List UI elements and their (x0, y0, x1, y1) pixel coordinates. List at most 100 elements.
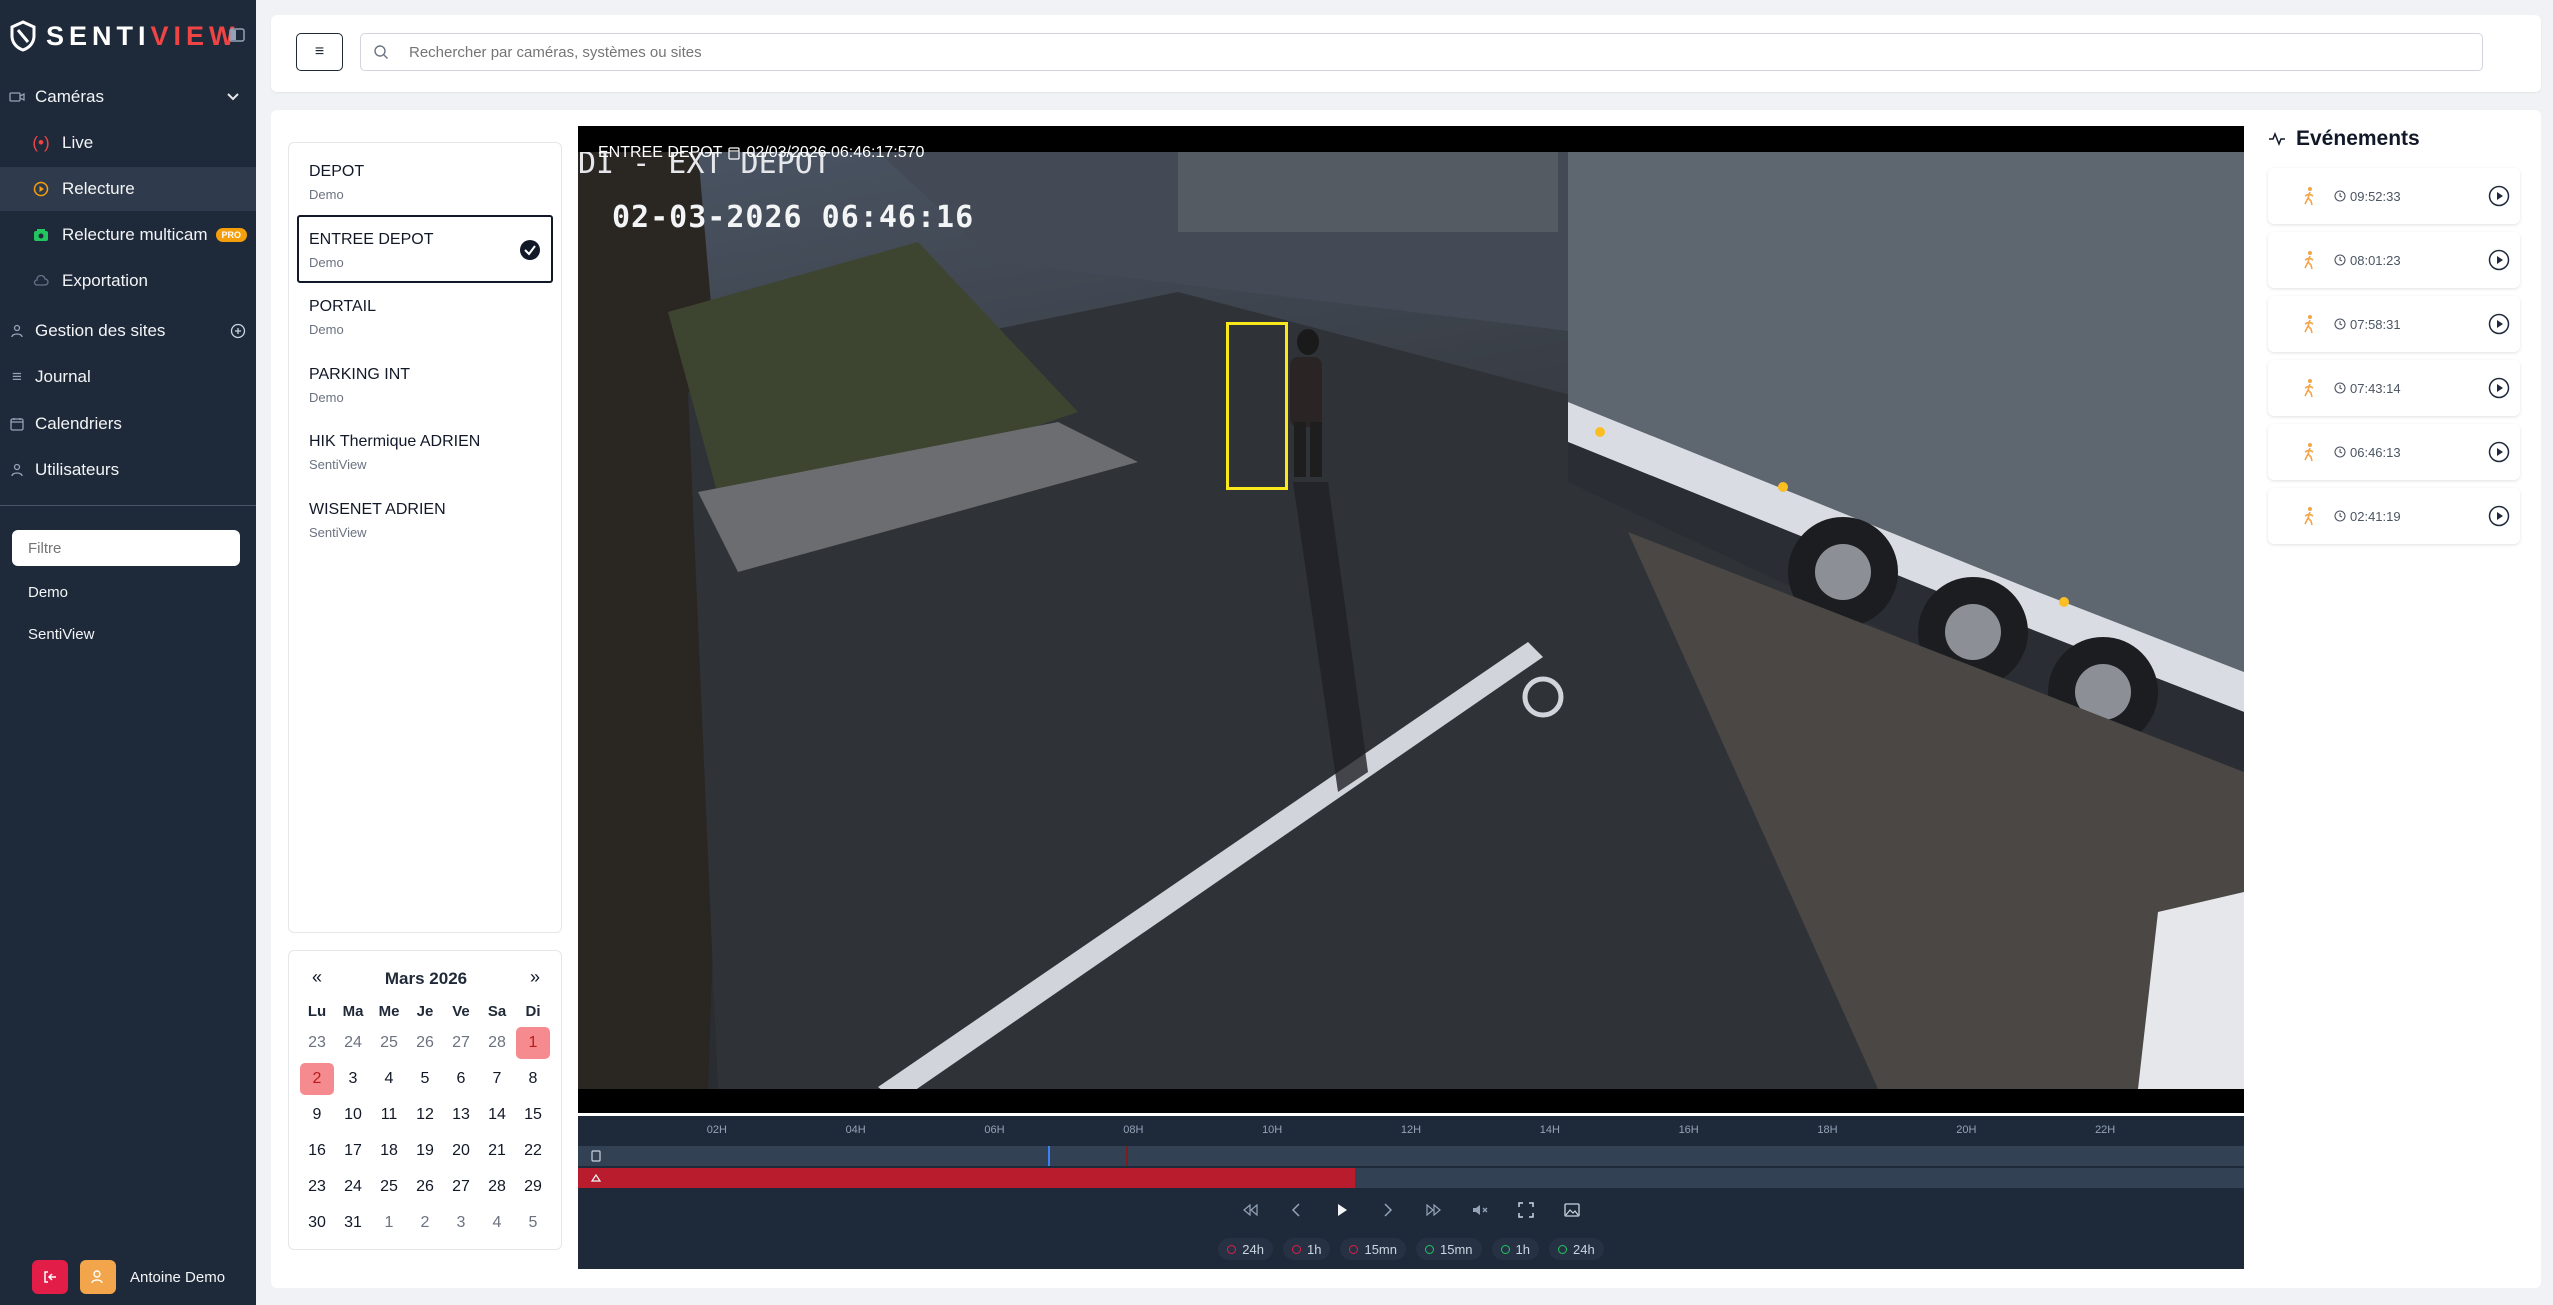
calendar-day[interactable]: 6 (444, 1063, 478, 1095)
calendar-day[interactable]: 11 (372, 1099, 406, 1131)
jump-fwd-button[interactable]: 15mn (1416, 1238, 1482, 1260)
event-item[interactable]: 08:01:23 (2268, 232, 2520, 288)
jump-fwd-button[interactable]: 1h (1491, 1238, 1539, 1260)
mute-button[interactable] (1470, 1200, 1490, 1220)
calendar-day[interactable]: 3 (444, 1207, 478, 1239)
nav-journal[interactable]: ≡ Journal (0, 355, 256, 399)
calendar-day[interactable]: 1 (372, 1207, 406, 1239)
calendar-day[interactable]: 31 (336, 1207, 370, 1239)
event-item[interactable]: 06:46:13 (2268, 424, 2520, 480)
calendar-day[interactable]: 20 (444, 1135, 478, 1167)
nav-live[interactable]: (•) Live (0, 121, 256, 165)
play-circle-icon[interactable] (2488, 505, 2510, 527)
calendar-next-button[interactable]: » (523, 967, 547, 988)
event-item[interactable]: 02:41:19 (2268, 488, 2520, 544)
calendar-day[interactable]: 21 (480, 1135, 514, 1167)
camera-list-item[interactable]: DEPOT Demo (297, 147, 553, 215)
calendar-day[interactable]: 24 (336, 1171, 370, 1203)
calendar-day[interactable]: 13 (444, 1099, 478, 1131)
calendar-day[interactable]: 9 (300, 1099, 334, 1131)
calendar: « Mars 2026 » Lu Ma Me Je Ve Sa Di 23 24 25 26 27 2… (288, 950, 562, 1250)
calendar-day[interactable]: 16 (300, 1135, 334, 1167)
nav-replay[interactable]: Relecture (0, 167, 256, 211)
camera-list-item[interactable]: ENTREE DEPOT Demo (297, 214, 553, 283)
video-player[interactable]: ENTREE DEPOT 02/03/2026 06:46:17:570 DI … (578, 126, 2244, 1113)
calendar-day[interactable]: 25 (372, 1171, 406, 1203)
calendar-day[interactable]: 22 (516, 1135, 550, 1167)
calendar-day[interactable]: 29 (516, 1171, 550, 1203)
profile-button[interactable] (80, 1260, 116, 1294)
calendar-day[interactable]: 2 (408, 1207, 442, 1239)
calendar-day[interactable]: 7 (480, 1063, 514, 1095)
calendar-day[interactable]: 4 (372, 1063, 406, 1095)
filter-input[interactable] (12, 530, 240, 566)
calendar-day[interactable]: 26 (408, 1027, 442, 1059)
camera-list-item[interactable]: WISENET ADRIEN SentiView (297, 485, 553, 553)
site-item-demo[interactable]: Demo (28, 584, 68, 601)
calendar-day[interactable]: 18 (372, 1135, 406, 1167)
calendar-day[interactable]: 2 (300, 1063, 334, 1095)
calendar-day[interactable]: 3 (336, 1063, 370, 1095)
calendar-day[interactable]: 27 (444, 1027, 478, 1059)
calendar-day[interactable]: 30 (300, 1207, 334, 1239)
calendar-day[interactable]: 5 (408, 1063, 442, 1095)
previous-frame-button[interactable] (1286, 1200, 1306, 1220)
event-item[interactable]: 07:43:14 (2268, 360, 2520, 416)
sidebar-collapse-icon[interactable] (228, 26, 246, 44)
jump-back-button[interactable]: 24h (1218, 1238, 1273, 1260)
camera-list-item[interactable]: HIK Thermique ADRIEN SentiView (297, 417, 553, 485)
calendar-day[interactable]: 14 (480, 1099, 514, 1131)
calendar-day[interactable]: 1 (516, 1027, 550, 1059)
logout-button[interactable] (32, 1260, 68, 1294)
fullscreen-button[interactable] (1516, 1200, 1536, 1220)
snapshot-button[interactable] (1562, 1200, 1582, 1220)
event-item[interactable]: 09:52:33 (2268, 168, 2520, 224)
timeline[interactable]: 02H 04H 06H 08H 10H 12H 14H 16H 18H 20H 22H 24h 1h 1… (578, 1116, 2244, 1269)
calendar-day[interactable]: 25 (372, 1027, 406, 1059)
play-circle-icon[interactable] (2488, 249, 2510, 271)
event-item[interactable]: 07:58:31 (2268, 296, 2520, 352)
nav-sites[interactable]: Gestion des sites (0, 309, 256, 353)
nav-multicam-replay[interactable]: Relecture multicam PRO (0, 213, 256, 257)
menu-button[interactable]: ≡ (296, 33, 343, 71)
calendar-day[interactable]: 27 (444, 1171, 478, 1203)
calendar-day[interactable]: 5 (516, 1207, 550, 1239)
calendar-day[interactable]: 28 (480, 1027, 514, 1059)
calendar-day[interactable]: 23 (300, 1027, 334, 1059)
osd-datetime: 02-03-2026 06:46:16 (612, 200, 975, 235)
camera-list-item[interactable]: PORTAIL Demo (297, 282, 553, 350)
play-button[interactable] (1332, 1200, 1352, 1220)
nav-calendars[interactable]: Calendriers (0, 402, 256, 446)
calendar-day[interactable]: 28 (480, 1171, 514, 1203)
nav-users[interactable]: Utilisateurs (0, 448, 256, 492)
play-circle-icon[interactable] (2488, 313, 2510, 335)
camera-list-item[interactable]: PARKING INT Demo (297, 350, 553, 418)
calendar-day[interactable]: 8 (516, 1063, 550, 1095)
calendar-day[interactable]: 26 (408, 1171, 442, 1203)
calendar-day[interactable]: 4 (480, 1207, 514, 1239)
calendar-day[interactable]: 24 (336, 1027, 370, 1059)
calendar-day[interactable]: 10 (336, 1099, 370, 1131)
jump-back-button[interactable]: 1h (1283, 1238, 1331, 1260)
nav-export[interactable]: Exportation (0, 259, 256, 303)
nav-cameras[interactable]: Caméras (0, 75, 256, 119)
play-circle-icon[interactable] (2488, 185, 2510, 207)
jump-back-button[interactable]: 15mn (1340, 1238, 1406, 1260)
site-item-sentiview[interactable]: SentiView (28, 626, 94, 643)
calendar-day[interactable]: 17 (336, 1135, 370, 1167)
calendar-day[interactable]: 19 (408, 1135, 442, 1167)
playhead-cursor[interactable] (1047, 1146, 1050, 1166)
play-circle-icon[interactable] (2488, 441, 2510, 463)
add-site-icon[interactable] (230, 323, 246, 339)
calendar-day[interactable]: 23 (300, 1171, 334, 1203)
next-frame-button[interactable] (1378, 1200, 1398, 1220)
calendar-day[interactable]: 15 (516, 1099, 550, 1131)
timeline-events-track[interactable] (578, 1146, 2244, 1166)
rewind-button[interactable] (1240, 1200, 1260, 1220)
search-input[interactable] (409, 43, 2409, 61)
jump-fwd-button[interactable]: 24h (1549, 1238, 1604, 1260)
fast-forward-button[interactable] (1424, 1200, 1444, 1220)
calendar-day[interactable]: 12 (408, 1099, 442, 1131)
camera-site: Demo (309, 322, 344, 338)
play-circle-icon[interactable] (2488, 377, 2510, 399)
